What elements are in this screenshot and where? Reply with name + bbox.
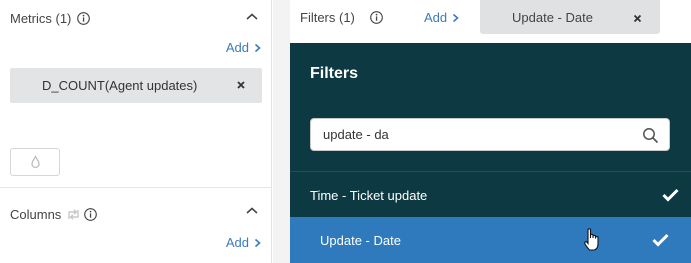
chevron-right-icon [254, 43, 261, 52]
info-icon[interactable] [84, 208, 98, 221]
active-filter-label: Update - Date [512, 9, 593, 25]
metrics-add-button[interactable]: Add [226, 40, 261, 55]
dropdown-title: Filters [310, 65, 359, 82]
columns-header: Columns [10, 207, 98, 222]
color-drop-button[interactable] [10, 148, 60, 176]
dropdown-option-highlighted[interactable]: Update - Date [290, 217, 691, 263]
columns-title: Columns [10, 207, 62, 222]
metrics-add-label: Add [225, 40, 249, 55]
info-icon[interactable] [77, 12, 91, 25]
chevron-right-icon [453, 13, 459, 22]
swap-icon[interactable] [66, 208, 81, 221]
dropdown-option-label: Time - Ticket update [310, 187, 428, 203]
dropdown-option-label: Update - Date [320, 232, 401, 248]
metrics-header: Metrics (1) [10, 11, 91, 26]
filters-dropdown: Filters Time - Ticket update Update - Da… [290, 43, 691, 263]
dropdown-separator [290, 171, 691, 172]
close-icon[interactable] [633, 14, 642, 23]
left-panel: Metrics (1) Add D_COUNT(Agent updates) C… [0, 0, 272, 263]
section-divider [0, 187, 272, 188]
chevron-right-icon [254, 238, 261, 247]
panel-gutter [273, 0, 290, 263]
filters-add-label: Add [424, 10, 448, 25]
metric-item[interactable]: D_COUNT(Agent updates) [10, 68, 262, 103]
metrics-title: Metrics (1) [10, 11, 72, 26]
filters-title-group: Filters (1) [300, 10, 383, 25]
filters-header: Filters (1) Add Update - Date [290, 0, 691, 40]
check-icon [652, 233, 669, 247]
hand-cursor-icon [584, 228, 599, 251]
chevron-up-icon[interactable] [245, 206, 259, 216]
close-icon[interactable] [236, 80, 246, 90]
dropdown-option[interactable]: Time - Ticket update [290, 173, 691, 217]
columns-add-button[interactable]: Add [226, 235, 261, 250]
metric-item-label: D_COUNT(Agent updates) [42, 78, 198, 93]
active-filter-chip[interactable]: Update - Date [480, 0, 660, 34]
filters-title: Filters (1) [300, 10, 355, 25]
info-icon[interactable] [370, 11, 383, 24]
search-icon[interactable] [642, 127, 659, 144]
filters-add-button[interactable]: Add [424, 10, 459, 25]
drop-icon [30, 155, 40, 169]
chevron-up-icon[interactable] [245, 12, 259, 22]
filter-search-box[interactable] [310, 118, 670, 151]
check-icon [662, 188, 679, 202]
filter-search-input[interactable] [311, 119, 631, 150]
columns-add-label: Add [225, 235, 249, 250]
